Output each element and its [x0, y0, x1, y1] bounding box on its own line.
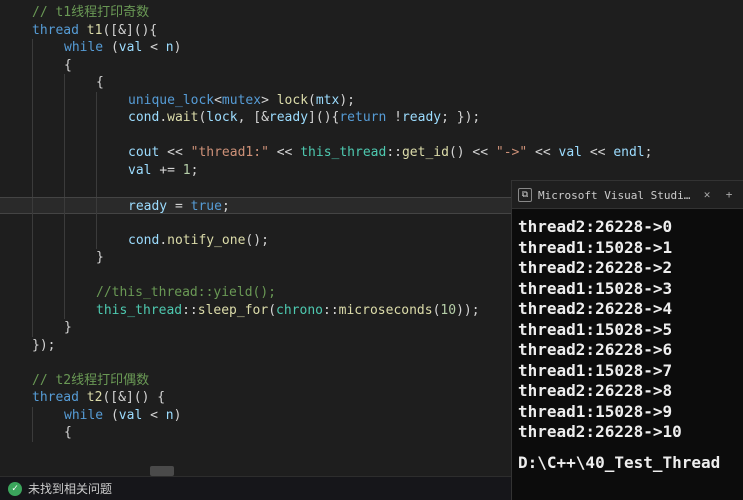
code-line[interactable]: thread t1([&](){ — [0, 22, 743, 40]
console-title: Microsoft Visual Studio 调试 — [538, 187, 693, 203]
console-path: D:\C++\40_Test_Thread — [518, 453, 737, 474]
console-icon: ⧉ — [518, 188, 532, 202]
console-line: thread2:26228->0 — [518, 217, 737, 238]
code-line[interactable]: { — [0, 74, 743, 92]
console-line: thread2:26228->6 — [518, 340, 737, 361]
code-line[interactable]: cond.wait(lock, [&ready](){return !ready… — [0, 109, 743, 127]
status-ok-icon: ✓ — [8, 482, 22, 496]
code-line[interactable]: while (val < n) — [0, 39, 743, 57]
code-line[interactable]: { — [0, 57, 743, 75]
close-icon[interactable]: ✕ — [699, 188, 715, 201]
code-line[interactable]: cout << "thread1:" << this_thread::get_i… — [0, 144, 743, 162]
add-tab-icon[interactable]: + — [721, 188, 737, 201]
console-line: thread2:26228->4 — [518, 299, 737, 320]
status-text: 未找到相关问题 — [28, 480, 112, 497]
code-line[interactable]: val += 1; — [0, 162, 743, 180]
code-line[interactable]: unique_lock<mutex> lock(mtx); — [0, 92, 743, 110]
horizontal-scroll-thumb[interactable] — [150, 466, 174, 476]
console-line: thread1:15028->1 — [518, 238, 737, 259]
code-line[interactable] — [0, 127, 743, 145]
console-line: thread2:26228->10 — [518, 422, 737, 443]
console-line: thread2:26228->8 — [518, 381, 737, 402]
console-output[interactable]: thread2:26228->0thread1:15028->1thread2:… — [512, 209, 743, 500]
console-line: thread1:15028->7 — [518, 361, 737, 382]
console-line: thread1:15028->9 — [518, 402, 737, 423]
console-line: thread1:15028->5 — [518, 320, 737, 341]
debug-console[interactable]: ⧉ Microsoft Visual Studio 调试 ✕ + thread2… — [511, 180, 743, 500]
console-line: thread1:15028->3 — [518, 279, 737, 300]
console-line: thread2:26228->2 — [518, 258, 737, 279]
code-line[interactable]: // t1线程打印奇数 — [0, 4, 743, 22]
console-tab-bar: ⧉ Microsoft Visual Studio 调试 ✕ + — [512, 181, 743, 209]
